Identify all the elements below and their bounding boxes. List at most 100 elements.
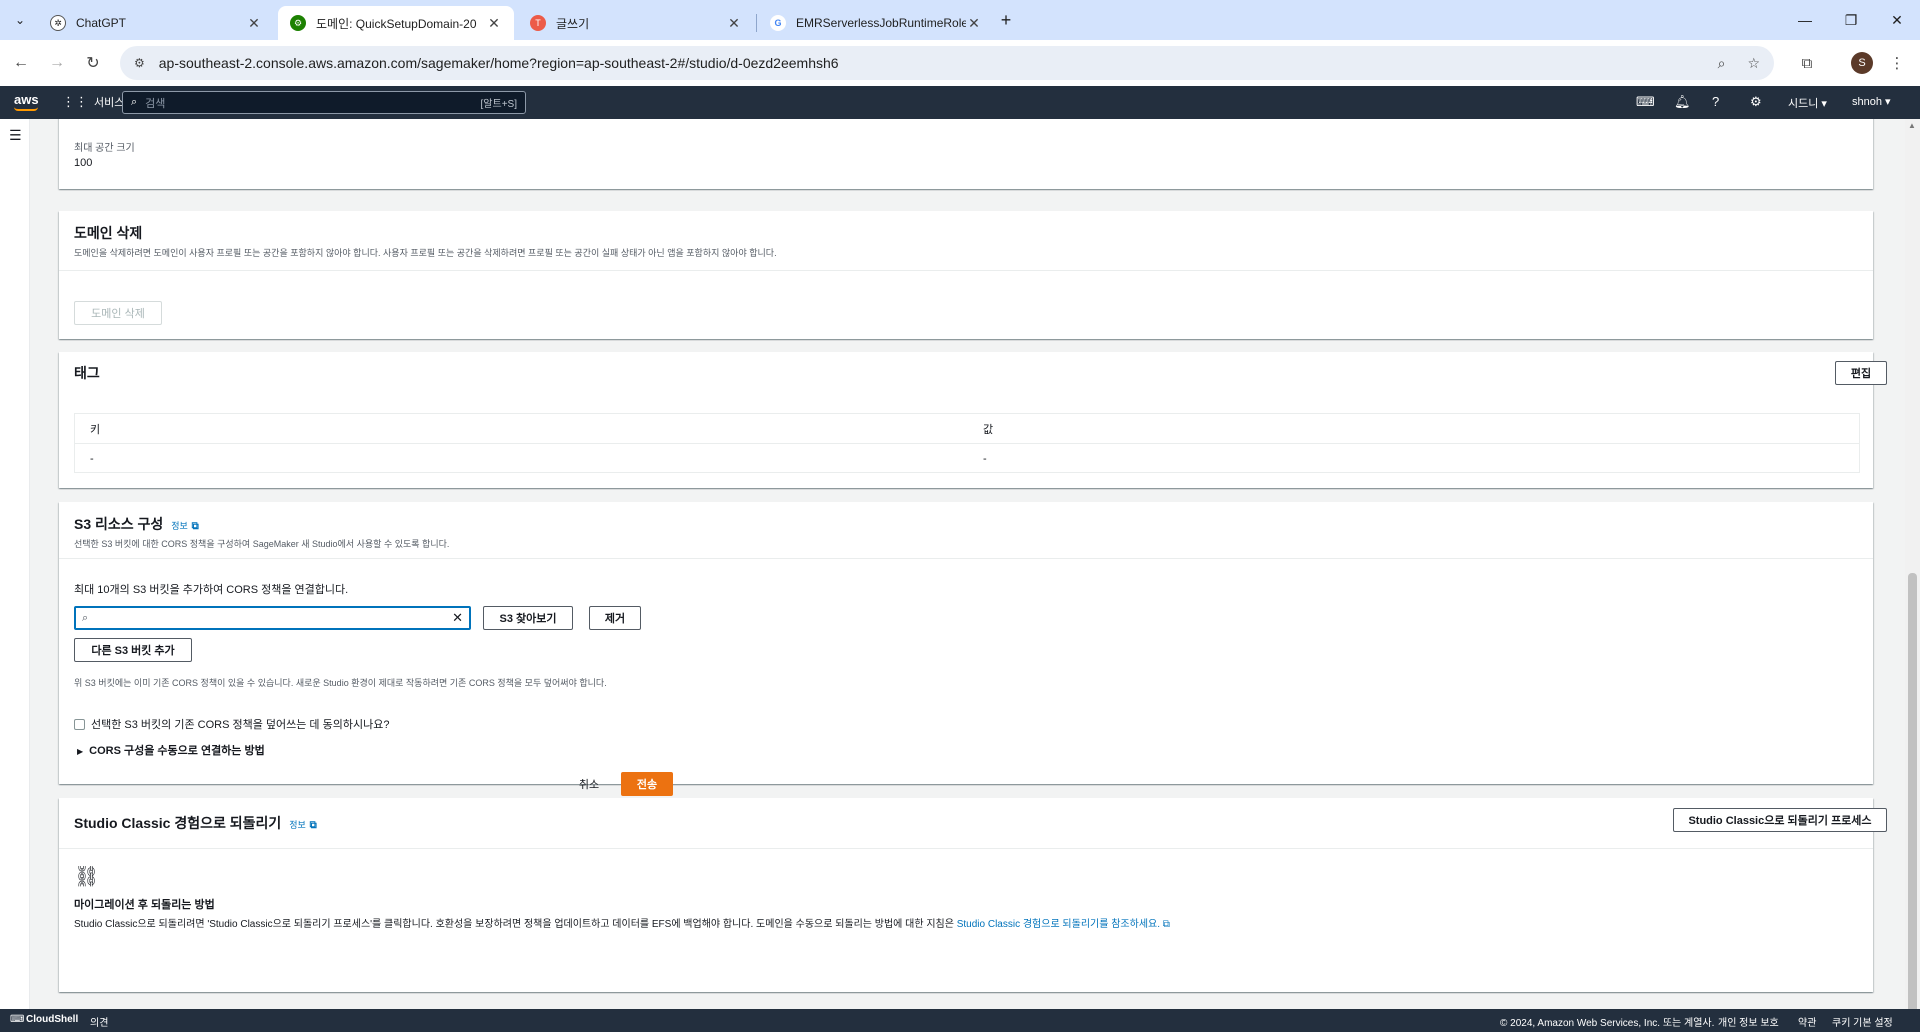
- close-tab-icon[interactable]: ✕: [486, 15, 502, 32]
- settings-gear-icon[interactable]: ⚙: [1750, 94, 1762, 110]
- cloudshell-link[interactable]: CloudShell: [26, 1014, 78, 1025]
- tab-search-icon[interactable]: ⌄: [8, 8, 32, 32]
- close-window-icon[interactable]: ✕: [1874, 0, 1920, 40]
- region-selector[interactable]: 시드니 ▾: [1788, 95, 1827, 111]
- profile-avatar[interactable]: S: [1851, 52, 1873, 74]
- external-link-icon: ⧉: [309, 820, 317, 831]
- aws-search-input[interactable]: ⌕ 검색 [알트+S]: [122, 91, 526, 114]
- site-info-icon[interactable]: ⚙: [134, 56, 145, 70]
- s3-bucket-input[interactable]: ⌕ ✕: [74, 606, 471, 630]
- caret-right-icon: ▶: [77, 747, 84, 756]
- cors-manual-expander[interactable]: ▶ CORS 구성을 수동으로 연결하는 방법: [77, 742, 265, 758]
- page-scrollbar[interactable]: ▲ ▼: [1905, 119, 1920, 1032]
- grid-icon: ⋮⋮: [62, 94, 88, 109]
- delete-domain-description: 도메인을 삭제하려면 도메인이 사용자 프로필 또는 공간을 포함하지 않아야 …: [74, 248, 777, 258]
- restore-icon[interactable]: ❐: [1828, 0, 1874, 40]
- sagemaker-icon: ⚙: [290, 15, 306, 31]
- url-text[interactable]: ap-southeast-2.console.aws.amazon.com/sa…: [159, 55, 1696, 71]
- tags-card: 태그 편집 키 값 - -: [59, 352, 1887, 488]
- bookmark-star-icon[interactable]: ☆: [1747, 55, 1760, 72]
- studio-classic-body: Studio Classic으로 되돌리려면 'Studio Classic으로…: [74, 915, 1170, 930]
- column-header-value: 값: [983, 423, 994, 436]
- table-header-row: 키 값: [75, 414, 1859, 444]
- studio-classic-doc-link[interactable]: Studio Classic 경험으로 되돌리기를 참조하세요.: [957, 919, 1160, 930]
- table-row: - -: [75, 444, 1859, 474]
- tab-emr-role[interactable]: G EMRServerlessJobRuntimeRole ✕: [758, 6, 994, 40]
- studio-classic-info-link[interactable]: 정보: [289, 820, 306, 830]
- aws-logo[interactable]: aws: [14, 92, 39, 107]
- s3-config-header: S3 리소스 구성 정보 ⧉ 선택한 S3 버킷에 대한 CORS 정책을 구성…: [59, 502, 1873, 559]
- tags-table: 키 값 - -: [74, 413, 1860, 473]
- aws-top-nav: aws ⋮⋮ 서비스 ⌕ 검색 [알트+S] ⌨ 🔔︎ ? ⚙ 시드니 ▾ sh…: [0, 86, 1920, 119]
- delete-domain-title: 도메인 삭제: [74, 225, 143, 241]
- browse-s3-button[interactable]: S3 찾아보기: [483, 606, 573, 630]
- search-placeholder: 검색: [145, 97, 166, 110]
- cors-overwrite-checkbox[interactable]: 선택한 S3 버킷의 기존 CORS 정책을 덮어쓰는 데 동의하시나요?: [74, 716, 389, 732]
- forward-icon[interactable]: →: [44, 50, 70, 76]
- back-icon[interactable]: ←: [8, 50, 34, 76]
- scroll-up-icon[interactable]: ▲: [1908, 121, 1916, 130]
- tab-title: 도메인: QuickSetupDomain-20: [316, 16, 477, 31]
- revert-studio-classic-button[interactable]: Studio Classic으로 되돌리기 프로세스: [1673, 808, 1887, 832]
- submit-button[interactable]: 전송: [621, 772, 673, 796]
- broken-link-icon: ⛓: [74, 866, 100, 888]
- close-tab-icon[interactable]: ✕: [966, 15, 982, 32]
- external-link-icon: ⧉: [1162, 919, 1170, 930]
- clear-input-icon[interactable]: ✕: [452, 610, 463, 626]
- services-label: 서비스: [94, 97, 125, 109]
- terms-link[interactable]: 약관: [1798, 1014, 1816, 1029]
- notifications-icon[interactable]: 🔔︎: [1674, 94, 1691, 110]
- services-menu[interactable]: ⋮⋮ 서비스: [62, 94, 124, 110]
- search-icon: ⌕: [82, 611, 89, 624]
- s3-instruction: 최대 10개의 S3 버킷을 추가하여 CORS 정책을 연결합니다.: [74, 584, 349, 596]
- cloudshell-icon[interactable]: ⌨: [1636, 94, 1655, 110]
- column-header-key: 키: [90, 423, 101, 436]
- expander-label: CORS 구성을 수동으로 연결하는 방법: [89, 745, 265, 757]
- cookie-preferences-link[interactable]: 쿠키 기본 설정: [1832, 1014, 1893, 1029]
- reload-icon[interactable]: ↻: [80, 50, 106, 76]
- new-tab-icon[interactable]: +: [994, 8, 1018, 32]
- tab-writing[interactable]: T 글쓰기 ✕: [518, 6, 754, 40]
- hamburger-menu-icon[interactable]: ☰: [9, 127, 22, 144]
- add-s3-bucket-button[interactable]: 다른 S3 버킷 추가: [74, 638, 192, 662]
- minimize-icon[interactable]: —: [1782, 0, 1828, 40]
- tab-sagemaker-domain[interactable]: ⚙ 도메인: QuickSetupDomain-20 ✕: [278, 6, 514, 40]
- close-tab-icon[interactable]: ✕: [726, 15, 742, 32]
- delete-domain-header: 도메인 삭제 도메인을 삭제하려면 도메인이 사용자 프로필 또는 공간을 포함…: [59, 211, 1873, 271]
- address-bar[interactable]: ⚙ ap-southeast-2.console.aws.amazon.com/…: [120, 46, 1774, 80]
- privacy-link[interactable]: 개인 정보 보호: [1718, 1014, 1779, 1029]
- browser-tabstrip: ⌄ ✲ ChatGPT ✕ ⚙ 도메인: QuickSetupDomain-20…: [0, 0, 1920, 40]
- search-icon: ⌕: [131, 96, 138, 108]
- feedback-link[interactable]: 의견: [90, 1014, 108, 1029]
- aws-footer: ⌨ CloudShell 의견 © 2024, Amazon Web Servi…: [0, 1009, 1920, 1032]
- studio-classic-title-row: Studio Classic 경험으로 되돌리기 정보 ⧉: [74, 813, 1858, 833]
- s3-info-link[interactable]: 정보: [171, 521, 188, 531]
- extensions-icon[interactable]: ⧉: [1794, 50, 1820, 76]
- tag-key-cell: -: [90, 453, 94, 465]
- scrollbar-thumb[interactable]: [1908, 573, 1917, 1013]
- tab-title: ChatGPT: [76, 16, 127, 30]
- edit-tags-button[interactable]: 편집: [1835, 361, 1887, 385]
- copyright-text: © 2024, Amazon Web Services, Inc. 또는 계열사…: [1500, 1018, 1715, 1029]
- left-rail: [0, 119, 30, 1009]
- account-menu[interactable]: shnoh ▾: [1852, 95, 1891, 108]
- space-settings-card: 최대 공간 크기 100: [59, 119, 1873, 189]
- studio-classic-title: Studio Classic 경험으로 되돌리기: [74, 815, 282, 831]
- close-tab-icon[interactable]: ✕: [246, 15, 262, 32]
- browser-menu-icon[interactable]: ⋮: [1884, 50, 1910, 76]
- checkbox-box[interactable]: [74, 718, 85, 730]
- zoom-icon[interactable]: ⌕: [1718, 55, 1726, 72]
- s3-config-title: S3 리소스 구성: [74, 516, 164, 532]
- help-icon[interactable]: ?: [1712, 94, 1719, 109]
- tab-chatgpt[interactable]: ✲ ChatGPT ✕: [38, 6, 274, 40]
- s3-config-description: 선택한 S3 버킷에 대한 CORS 정책을 구성하여 SageMaker 새 …: [74, 539, 450, 549]
- main-content: 최대 공간 크기 100 도메인 삭제 도메인을 삭제하려면 도메인이 사용자 …: [30, 119, 1910, 1009]
- search-shortcut: [알트+S]: [480, 99, 517, 110]
- remove-bucket-button[interactable]: 제거: [589, 606, 641, 630]
- tags-title: 태그: [74, 365, 100, 381]
- tab-title: EMRServerlessJobRuntimeRole: [796, 16, 966, 30]
- cloudshell-icon[interactable]: ⌨: [10, 1014, 24, 1025]
- delete-domain-button[interactable]: 도메인 삭제: [74, 301, 162, 325]
- checkbox-label: 선택한 S3 버킷의 기존 CORS 정책을 덮어쓰는 데 동의하시나요?: [91, 719, 390, 731]
- cancel-button[interactable]: 취소: [559, 772, 619, 796]
